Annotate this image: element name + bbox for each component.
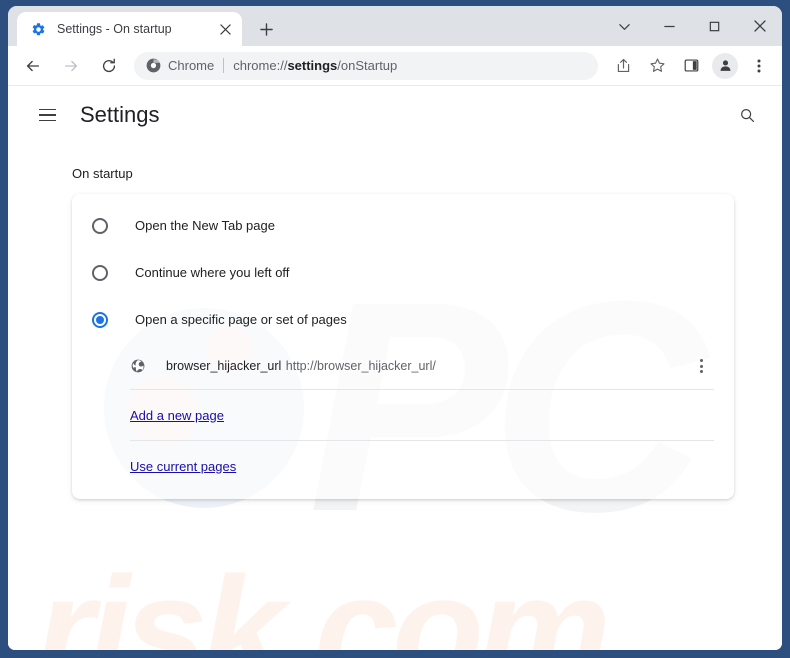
new-tab-button[interactable] [252,15,280,43]
startup-page-url: http://browser_hijacker_url/ [285,359,436,373]
close-tab-icon[interactable] [216,20,234,38]
url-path: /onStartup [337,58,398,73]
startup-option-continue[interactable]: Continue where you left off [72,249,734,296]
watermark-risk: risk.com [36,545,611,650]
omnibox-chip-label: Chrome [168,58,215,73]
browser-tab[interactable]: Settings - On startup [17,12,242,46]
startup-option-label: Open a specific page or set of pages [135,312,347,327]
browser-window: Settings - On startup Chrome chrome://se… [8,6,782,650]
search-icon[interactable] [730,98,764,132]
startup-page-text: browser_hijacker_url http://browser_hija… [166,357,688,375]
omnibox-separator [223,58,225,73]
page-options-kebab-icon[interactable] [688,353,714,379]
omnibox-url: chrome://settings/onStartup [233,58,397,73]
globe-icon [130,358,146,374]
startup-page-name: browser_hijacker_url [166,359,282,373]
forward-icon [56,51,86,81]
radio-specific-pages[interactable] [92,311,108,328]
address-bar[interactable]: Chrome chrome://settings/onStartup [134,51,598,80]
page-title: Settings [80,102,160,127]
add-new-page-row[interactable]: Add a new page [72,390,734,440]
radio-continue[interactable] [92,264,108,281]
tab-title: Settings - On startup [57,22,172,36]
hamburger-menu-icon[interactable] [30,98,64,132]
browser-window-frame: Settings - On startup Chrome chrome://se… [0,0,790,658]
maximize-icon[interactable] [692,6,737,46]
chrome-logo-icon [146,58,161,73]
radio-new-tab[interactable] [92,217,108,234]
add-new-page-link[interactable]: Add a new page [130,408,224,423]
use-current-pages-link[interactable]: Use current pages [130,459,236,474]
url-prefix: chrome:// [233,58,288,73]
startup-option-label: Open the New Tab page [135,218,275,233]
section-title: On startup [72,166,133,181]
bookmark-star-icon[interactable] [643,52,671,80]
window-controls [602,6,782,46]
startup-option-specific-pages[interactable]: Open a specific page or set of pages [72,296,734,343]
share-icon[interactable] [609,52,637,80]
settings-header: Settings [8,86,782,144]
use-current-pages-row[interactable]: Use current pages [72,441,734,491]
tab-search-chevron-down-icon[interactable] [602,6,647,46]
minimize-icon[interactable] [647,6,692,46]
chrome-menu-icon[interactable] [745,52,773,80]
startup-options-card: Open the New Tab page Continue where you… [72,194,734,499]
startup-option-new-tab[interactable]: Open the New Tab page [72,202,734,249]
url-host: settings [287,58,338,73]
profile-avatar[interactable] [712,52,738,79]
browser-toolbar: Chrome chrome://settings/onStartup [8,46,782,86]
startup-option-label: Continue where you left off [135,265,290,280]
tab-strip: Settings - On startup [8,6,782,46]
close-window-icon[interactable] [737,6,782,46]
reload-icon[interactable] [94,51,124,81]
settings-page: PC risk.com Settings On startup [8,86,782,650]
back-icon[interactable] [18,51,48,81]
side-panel-icon[interactable] [677,52,705,80]
settings-gear-icon [30,21,46,37]
startup-page-row: browser_hijacker_url http://browser_hija… [72,343,734,389]
